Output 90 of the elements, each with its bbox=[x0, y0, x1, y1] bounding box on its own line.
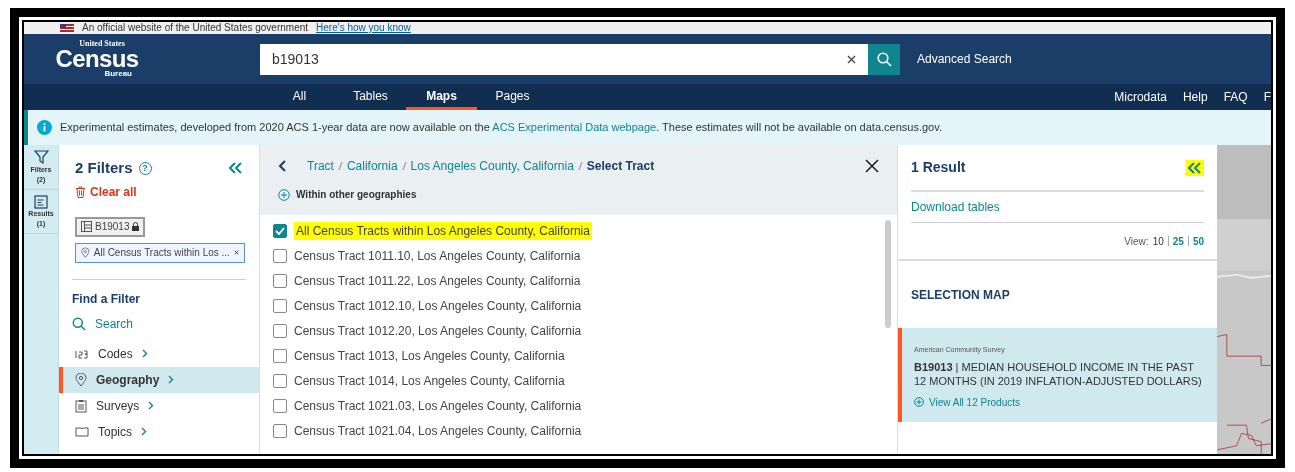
banner-text: An official website of the United States government bbox=[82, 23, 309, 33]
book-icon bbox=[75, 426, 89, 437]
census-logo[interactable]: United States Census Bureau bbox=[58, 40, 136, 78]
nav-link[interactable]: Help bbox=[1182, 88, 1208, 106]
location-pin-icon bbox=[81, 245, 90, 260]
chevron-icon bbox=[168, 375, 175, 384]
nav-tab[interactable]: Pages bbox=[477, 84, 548, 110]
selection-map-title: SELECTION MAP bbox=[911, 286, 1010, 304]
document-icon bbox=[34, 195, 48, 209]
filter-category[interactable]: Codes bbox=[59, 340, 259, 367]
within-geographies-button[interactable]: Within other geographies bbox=[278, 187, 879, 202]
filters-title: 2 Filters bbox=[75, 158, 133, 178]
checkbox[interactable] bbox=[273, 348, 287, 363]
notice-link[interactable]: ACS Experimental Data webpage bbox=[492, 121, 657, 134]
scrollbar[interactable] bbox=[885, 220, 891, 328]
breadcrumb-current: Select Tract bbox=[586, 158, 655, 175]
page-size-option[interactable]: 10 bbox=[1152, 233, 1164, 249]
table-icon bbox=[81, 221, 92, 232]
clipboard-icon bbox=[75, 398, 87, 413]
checkbox[interactable] bbox=[273, 298, 287, 313]
filter-search-button[interactable]: Search bbox=[72, 314, 246, 333]
how-you-know-link[interactable]: Here's how you know bbox=[316, 23, 411, 33]
search-icon bbox=[72, 316, 86, 331]
filter-category[interactable]: Geography bbox=[59, 366, 259, 393]
filter-category[interactable]: Topics bbox=[59, 418, 259, 445]
tract-checkbox-row[interactable]: Census Tract 1021.04, Los Angeles County, California bbox=[273, 418, 885, 443]
result-title[interactable]: B19013 | MEDIAN HOUSEHOLD INCOME IN THE PAST 12 MONTHS (IN 2019 INFLATION-ADJUSTED DOLLARS) bbox=[914, 359, 1205, 388]
page-size-option[interactable]: 50 bbox=[1192, 233, 1204, 249]
clear-icon[interactable] bbox=[847, 54, 856, 64]
search-box[interactable]: b19013 bbox=[260, 43, 868, 75]
nav-tab[interactable]: Tables bbox=[335, 84, 406, 110]
checkbox[interactable] bbox=[273, 273, 287, 288]
checkbox[interactable] bbox=[273, 223, 287, 238]
checkbox[interactable] bbox=[273, 373, 287, 388]
nav-link[interactable]: FAQ bbox=[1223, 88, 1248, 106]
numbers-icon bbox=[75, 348, 89, 359]
location-pin-icon bbox=[75, 372, 87, 387]
collapse-icon bbox=[229, 162, 243, 175]
filter-chip[interactable]: All Census Tracts within Los ... bbox=[75, 242, 245, 263]
breadcrumb-link[interactable]: California bbox=[346, 157, 398, 175]
trash-icon bbox=[75, 185, 86, 198]
page-size-option[interactable]: 25 bbox=[1172, 233, 1184, 249]
info-icon bbox=[37, 120, 52, 135]
view-products-link[interactable]: View All 12 Products bbox=[914, 394, 1205, 410]
filter-category[interactable]: Surveys bbox=[59, 392, 259, 419]
checkbox[interactable] bbox=[273, 323, 287, 338]
view-label: View: bbox=[1124, 234, 1149, 249]
search-icon bbox=[876, 51, 892, 67]
flag-icon bbox=[60, 24, 74, 32]
nav-link[interactable]: F bbox=[1263, 88, 1271, 106]
close-icon[interactable] bbox=[865, 159, 879, 173]
tract-checkbox-row[interactable]: Census Tract 1011.10, Los Angeles County, California bbox=[273, 243, 885, 268]
search-button[interactable] bbox=[868, 43, 900, 75]
breadcrumb-link[interactable]: Los Angeles County, California bbox=[410, 157, 574, 175]
breadcrumb-link[interactable]: Tract bbox=[307, 157, 334, 175]
tract-checkbox-row[interactable]: Census Tract 1014, Los Angeles County, California bbox=[273, 368, 885, 393]
plus-circle-icon bbox=[278, 188, 290, 201]
nav-tab[interactable]: All bbox=[264, 84, 335, 110]
checkmark-icon bbox=[275, 226, 285, 235]
lock-icon bbox=[132, 222, 140, 231]
tract-checkbox-row[interactable]: All Census Tracts within Los Angeles County, California bbox=[273, 218, 885, 243]
tract-checkbox-row[interactable]: Census Tract 1011.22, Los Angeles County, California bbox=[273, 268, 885, 293]
remove-icon[interactable] bbox=[233, 249, 239, 256]
separator-icon bbox=[577, 161, 583, 171]
search-field[interactable]: b19013 bbox=[272, 48, 847, 70]
separator-icon bbox=[401, 161, 407, 171]
checkbox[interactable] bbox=[273, 423, 287, 438]
tract-checkbox-row[interactable]: Census Tract 1012.10, Los Angeles County, California bbox=[273, 293, 885, 318]
tract-checkbox-row[interactable]: Census Tract 1021.03, Los Angeles County, California bbox=[273, 393, 885, 418]
checkbox[interactable] bbox=[273, 398, 287, 413]
collapse-icon bbox=[1188, 161, 1202, 174]
back-icon[interactable] bbox=[278, 160, 286, 172]
results-title: 1 Result bbox=[911, 158, 966, 177]
checkbox[interactable] bbox=[273, 248, 287, 263]
find-filter-title: Find a Filter bbox=[72, 290, 141, 308]
advanced-search-link[interactable]: Advanced Search bbox=[917, 50, 1012, 68]
tract-checkbox-row[interactable]: Census Tract 1012.20, Los Angeles County, California bbox=[273, 318, 885, 343]
plus-circle-icon bbox=[914, 397, 924, 407]
filter-icon bbox=[33, 150, 49, 165]
tract-checkbox-row[interactable]: Census Tract 1013, Los Angeles County, California bbox=[273, 343, 885, 368]
chevron-icon bbox=[141, 427, 147, 436]
collapse-button[interactable] bbox=[1186, 159, 1204, 176]
chevron-icon bbox=[141, 349, 148, 358]
chevron-icon bbox=[148, 401, 155, 410]
download-tables-link[interactable]: Download tables bbox=[911, 198, 1000, 216]
filter-chip[interactable]: B19013 bbox=[75, 216, 146, 237]
clear-all-button[interactable]: Clear all bbox=[75, 182, 243, 201]
notice-text: Experimental estimates, developed from 2020 ACS 1-year data are now available on the ACS Experimental Data webpage. These estimates will not be available on data.census.gov. bbox=[60, 120, 942, 136]
separator-icon bbox=[337, 161, 343, 171]
nav-link[interactable]: Microdata bbox=[1114, 88, 1167, 106]
